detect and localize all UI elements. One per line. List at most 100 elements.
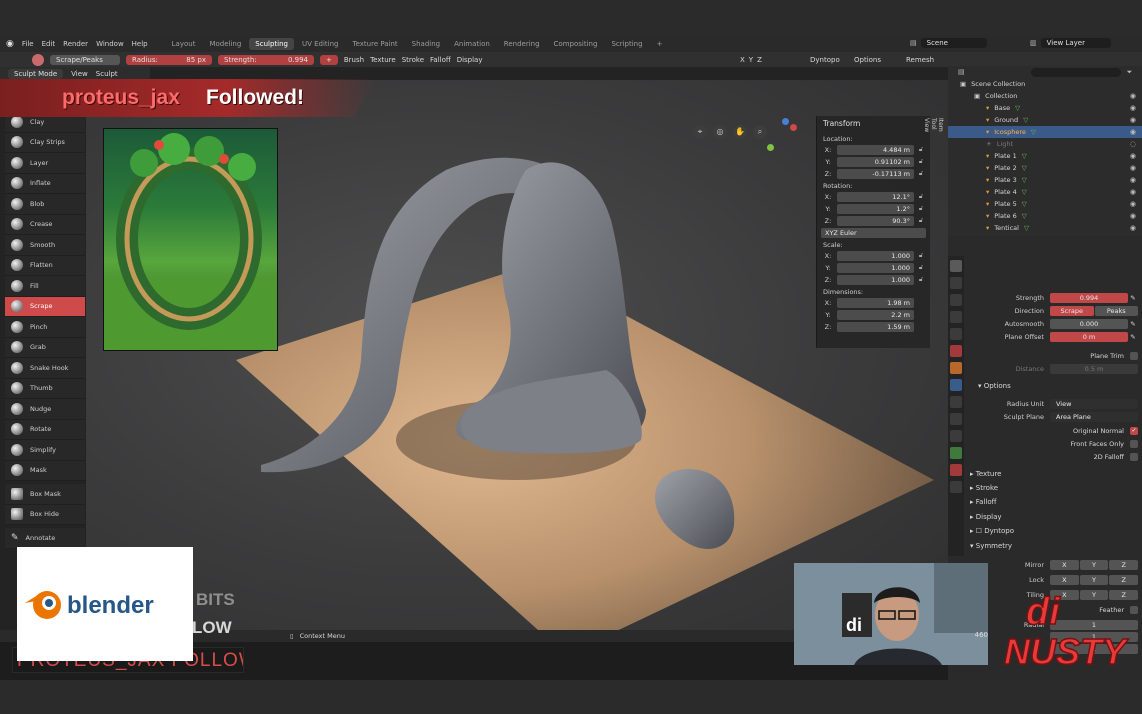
lock-y-toggle[interactable]: Y (1079, 574, 1109, 585)
lock-x-toggle[interactable]: X (1050, 574, 1079, 585)
visibility-eye-icon[interactable]: ◉ (1130, 176, 1136, 184)
axis-z-toggle[interactable]: Z (757, 56, 762, 64)
material-tab-icon[interactable] (950, 464, 962, 476)
dimensions-y-field[interactable]: 2.2 m (837, 309, 914, 320)
tool-pinch[interactable]: Pinch (5, 317, 85, 338)
zoom-icon[interactable]: ⌕ (753, 125, 767, 139)
options-menu[interactable]: Options (854, 56, 881, 64)
tool-thumb[interactable]: Thumb (5, 378, 85, 399)
dimensions-x-field[interactable]: 1.98 m (837, 297, 914, 308)
rotation-x-field[interactable]: 12.1° (837, 191, 914, 202)
visibility-eye-icon[interactable]: ◉ (1130, 224, 1136, 232)
original-normal-checkbox[interactable]: ✓ (1130, 426, 1138, 435)
tool-nudge[interactable]: Nudge (5, 399, 85, 420)
tool-fill[interactable]: Fill (5, 276, 85, 297)
falloff-2d-checkbox[interactable] (1130, 452, 1138, 461)
display-mode-icon[interactable]: ▤ (958, 68, 965, 76)
render-tab-icon[interactable] (950, 277, 962, 289)
tool-scrape[interactable]: Scrape (5, 296, 85, 317)
visibility-eye-icon[interactable]: ◉ (1130, 92, 1136, 100)
radius-field[interactable]: Radius: 85 px (126, 54, 212, 65)
outliner-item-plate-2[interactable]: ▾ Plate 2 ▽ ◉ (948, 162, 1142, 174)
tab-texture-paint[interactable]: Texture Paint (347, 38, 404, 50)
tab-modeling[interactable]: Modeling (203, 38, 247, 50)
plane-offset-field[interactable]: 0 m (1050, 331, 1128, 342)
lock-icon[interactable]: 🔓︎ (916, 169, 926, 178)
visibility-eye-icon[interactable]: ◉ (1130, 116, 1136, 124)
symmetry-section-header[interactable]: ▾ Symmetry (970, 542, 1012, 550)
tab-uv-editing[interactable]: UV Editing (296, 38, 345, 50)
rotation-mode-dropdown[interactable]: XYZ Euler (821, 227, 926, 238)
outliner-item-plate-6[interactable]: ▾ Plate 6 ▽ ◉ (948, 210, 1142, 222)
texture-menu[interactable]: Texture (370, 56, 396, 64)
texture-section-header[interactable]: ▸ Texture (970, 470, 1001, 478)
lock-icon[interactable]: 🔓︎ (916, 263, 926, 272)
falloff-menu[interactable]: Falloff (430, 56, 451, 64)
brush-name-field[interactable]: Scrape/Peaks (50, 54, 120, 65)
lock-icon[interactable]: 🔓︎ (916, 216, 926, 225)
scale-y-field[interactable]: 1.000 (837, 262, 914, 273)
sculpt-menu[interactable]: Sculpt (96, 70, 118, 78)
gizmo-z-axis-icon[interactable] (782, 118, 789, 125)
pressure-icon[interactable]: ✎ (1128, 320, 1138, 328)
tab-shading[interactable]: Shading (406, 38, 446, 50)
tool-grab[interactable]: Grab (5, 337, 85, 358)
tab-view[interactable]: View (923, 118, 930, 142)
navigation-gizmo[interactable] (762, 116, 806, 160)
tool-crease[interactable]: Crease (5, 214, 85, 235)
menu-help[interactable]: Help (132, 40, 148, 48)
outliner-item-base[interactable]: ▾ Base ▽ ◉ (948, 102, 1142, 114)
view-menu[interactable]: View (71, 70, 88, 78)
menu-file[interactable]: File (22, 40, 34, 48)
axis-x-toggle[interactable]: X (740, 56, 745, 64)
modifier-tab-icon[interactable] (950, 379, 962, 391)
particles-tab-icon[interactable] (950, 396, 962, 408)
scene-name-field[interactable]: Scene (920, 38, 987, 48)
tool-simplify[interactable]: Simplify (5, 440, 85, 461)
location-y-field[interactable]: 0.91102 m (837, 156, 914, 167)
direction-peaks-button[interactable]: Peaks (1094, 305, 1138, 316)
tool-mask[interactable]: Mask (5, 460, 85, 481)
tab-item[interactable]: Item (937, 118, 944, 132)
tab-layout[interactable]: Layout (166, 38, 202, 50)
stroke-menu[interactable]: Stroke (402, 56, 424, 64)
tool-tab-icon[interactable] (950, 260, 962, 272)
tool-flatten[interactable]: Flatten (5, 255, 85, 276)
remesh-menu[interactable]: Remesh (906, 56, 934, 64)
visibility-eye-icon[interactable]: ◉ (1130, 200, 1136, 208)
tab-sculpting[interactable]: Sculpting (249, 38, 294, 50)
visibility-eye-icon[interactable]: ◉ (1130, 152, 1136, 160)
stroke-section-header[interactable]: ▸ Stroke (970, 484, 998, 492)
strength-field[interactable]: Strength: 0.994 (218, 54, 314, 65)
outliner-item-ground[interactable]: ▾ Ground ▽ ◉ (948, 114, 1142, 126)
tab-compositing[interactable]: Compositing (548, 38, 604, 50)
tool-box-mask[interactable]: Box Mask (5, 484, 85, 505)
lock-icon[interactable]: 🔓︎ (916, 204, 926, 213)
display-menu[interactable]: Display (457, 56, 483, 64)
outliner-item-light[interactable]: ☀ Light ◌ (948, 138, 1142, 150)
object-tab-icon[interactable] (950, 362, 962, 374)
blender-menu-icon[interactable]: ◉ (6, 39, 14, 49)
tool-rotate[interactable]: Rotate (5, 419, 85, 440)
outliner-scene-collection[interactable]: ▣ Scene Collection (948, 78, 1142, 90)
falloff-section-header[interactable]: ▸ Falloff (970, 498, 996, 506)
tool-smooth[interactable]: Smooth (5, 235, 85, 256)
hidden-eye-icon[interactable]: ◌ (1130, 140, 1136, 148)
mirror-y-toggle[interactable]: Y (1079, 559, 1109, 570)
outliner-item-plate-1[interactable]: ▾ Plate 1 ▽ ◉ (948, 150, 1142, 162)
tool-clay-strips[interactable]: Clay Strips (5, 132, 85, 153)
strength-prop-field[interactable]: 0.994 (1050, 292, 1128, 303)
tool-annotate[interactable]: ✎ Annotate (5, 528, 85, 549)
lock-icon[interactable]: 🔓︎ (916, 192, 926, 201)
tab-tool[interactable]: Tool (930, 118, 937, 132)
brush-icon[interactable] (32, 53, 44, 66)
tool-box-hide[interactable]: Box Hide (5, 504, 85, 525)
scale-z-field[interactable]: 1.000 (837, 274, 914, 285)
tool-snake-hook[interactable]: Snake Hook (5, 358, 85, 379)
camera-icon[interactable]: ◎ (713, 125, 727, 139)
tool-layer[interactable]: Layer (5, 153, 85, 174)
tool-inflate[interactable]: Inflate (5, 173, 85, 194)
tab-rendering[interactable]: Rendering (498, 38, 546, 50)
dyntopo-menu[interactable]: Dyntopo (810, 56, 840, 64)
display-section-header[interactable]: ▸ Display (970, 513, 1002, 521)
